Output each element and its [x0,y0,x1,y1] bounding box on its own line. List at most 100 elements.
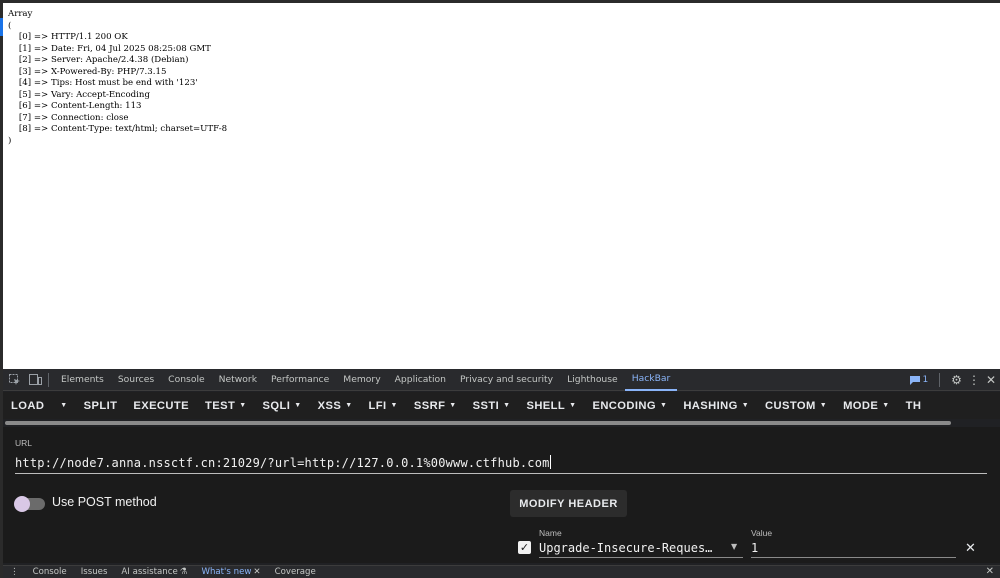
url-label: URL [15,438,33,448]
output-line: [4] => Tips: Host must be end with '123' [8,78,198,88]
header-value-input[interactable]: 1 [751,540,956,558]
message-icon [910,375,921,385]
drawer-tab-ai-assistance[interactable]: AI assistance ⚗ [114,567,194,577]
caret-down-icon: ▼ [819,402,828,409]
tab-privacy-security[interactable]: Privacy and security [453,369,560,391]
window-frame-top [0,0,1000,3]
output-line: [0] => HTTP/1.1 200 OK [8,32,128,42]
caret-down-icon: ▼ [390,402,398,409]
messages-count: 1 [922,375,929,385]
lfi-menu-label: LFI [368,399,387,412]
toolbar-divider [939,373,941,387]
remove-header-icon[interactable]: ✕ [965,541,976,556]
shell-menu[interactable]: SHELL ▼ [518,400,584,412]
ssti-menu-label: SSTI [472,399,500,412]
close-drawer-icon[interactable]: ✕ [986,566,994,578]
load-dropdown-button[interactable]: ▼ [52,402,75,409]
sqli-menu-label: SQLI [262,399,291,412]
output-line: [5] => Vary: Accept-Encoding [8,89,150,100]
tab-performance[interactable]: Performance [264,369,336,391]
header-name-input[interactable]: Upgrade-Insecure-Reques… [539,540,743,558]
output-line: [7] => Connection: close [8,112,129,123]
settings-gear-icon[interactable]: ⚙ [951,373,962,387]
drawer-tabs: Console Issues AI assistance ⚗ What's new ✕ C… [26,567,323,577]
caret-down-icon: ▼ [659,402,668,409]
theme-menu-label: TH [905,399,922,412]
sqli-menu[interactable]: SQLI ▼ [255,400,310,412]
text-caret [549,455,551,469]
drawer-tab-console-label: Console [32,567,67,577]
toggle-knob [14,496,30,512]
caret-down-icon: ▼ [60,402,68,409]
close-devtools-icon[interactable]: ✕ [986,373,996,387]
hackbar-body: URL http://node7.anna.nssctf.cn:21029/?u… [3,427,1000,563]
modify-header-button[interactable]: MODIFY HEADER [510,490,627,517]
inspect-element-icon[interactable] [7,372,23,388]
messages-badge[interactable]: 1 [910,375,928,385]
header-name-dropdown-icon[interactable]: ▼ [731,542,737,551]
tab-network[interactable]: Network [212,369,264,391]
caret-down-icon: ▼ [345,402,353,409]
drawer-tab-console[interactable]: Console [26,567,74,577]
header-enabled-checkbox[interactable]: ✓ [518,541,531,554]
hashing-menu-label: HASHING [683,399,738,412]
hackbar-menu: LOAD ▼ SPLIT EXECUTE TEST ▼ SQLI ▼ XSS ▼ LFI ▼ SSRF ▼… [3,392,1000,419]
load-button-label: LOAD [11,399,45,412]
toolbar-divider [48,372,49,387]
caret-down-icon: ▼ [449,402,457,409]
post-method-label: Use POST method [52,495,157,509]
execute-button[interactable]: EXECUTE [125,400,197,412]
shell-menu-label: SHELL [526,399,566,412]
output-line: [3] => X-Powered-By: PHP/7.3.15 [8,66,167,77]
caret-down-icon: ▼ [503,402,511,409]
ssti-menu[interactable]: SSTI ▼ [465,400,519,412]
tab-elements[interactable]: Elements [54,369,111,391]
drawer-tab-coverage[interactable]: Coverage [268,567,323,577]
url-input[interactable]: http://node7.anna.nssctf.cn:21029/?url=h… [15,454,987,474]
mode-menu-label: MODE [843,399,879,412]
horizontal-scrollbar[interactable] [5,421,951,425]
xss-menu-label: XSS [317,399,342,412]
custom-menu[interactable]: CUSTOM ▼ [757,400,835,412]
mode-menu[interactable]: MODE ▼ [835,400,898,412]
caret-down-icon: ▼ [882,402,890,409]
custom-menu-label: CUSTOM [765,399,816,412]
tab-sources[interactable]: Sources [111,369,161,391]
devtools-tabs: Elements Sources Console Network Performance… [54,369,678,391]
tab-lighthouse[interactable]: Lighthouse [560,369,625,391]
encoding-menu-label: ENCODING [592,399,656,412]
hashing-menu[interactable]: HASHING ▼ [675,400,757,412]
drawer-tab-issues[interactable]: Issues [74,567,115,577]
drawer-tab-issues-label: Issues [80,567,108,577]
device-toolbar-icon[interactable] [27,372,43,388]
drawer-menu-icon[interactable]: ⋮ [3,567,26,577]
test-menu-label: TEST [204,399,236,412]
drawer-tab-coverage-label: Coverage [274,567,316,577]
split-button-label: SPLIT [83,399,118,412]
tab-console[interactable]: Console [161,369,211,391]
load-button[interactable]: LOAD [3,400,52,412]
scroll-position-marker [0,18,3,36]
tab-hackbar[interactable]: HackBar [624,369,678,391]
ssrf-menu-label: SSRF [413,399,446,412]
output-line: [8] => Content-Type: text/html; charset=… [8,124,228,134]
lfi-menu[interactable]: LFI ▼ [361,400,406,412]
tab-application[interactable]: Application [388,369,453,391]
close-tab-icon[interactable]: ✕ [253,567,260,577]
drawer-tab-ai-assistance-label: AI assistance [121,567,178,577]
split-button[interactable]: SPLIT [76,400,126,412]
url-input-value: http://node7.anna.nssctf.cn:21029/?url=h… [15,456,550,470]
output-line: [6] => Content-Length: 113 [8,101,142,111]
execute-button-label: EXECUTE [133,399,189,412]
devtools-right-controls: 1 ⚙ ⋮ ✕ [910,369,996,391]
xss-menu[interactable]: XSS ▼ [310,400,361,412]
devtools-tabbar: Elements Sources Console Network Performance… [3,369,1000,391]
test-menu[interactable]: TEST ▼ [197,400,255,412]
tab-memory[interactable]: Memory [336,369,387,391]
drawer-tab-whats-new[interactable]: What's new ✕ [194,567,267,577]
more-options-icon[interactable]: ⋮ [968,373,980,387]
theme-menu[interactable]: TH [898,400,930,412]
post-method-toggle[interactable] [14,496,45,512]
ssrf-menu[interactable]: SSRF ▼ [406,400,465,412]
encoding-menu[interactable]: ENCODING ▼ [584,400,675,412]
